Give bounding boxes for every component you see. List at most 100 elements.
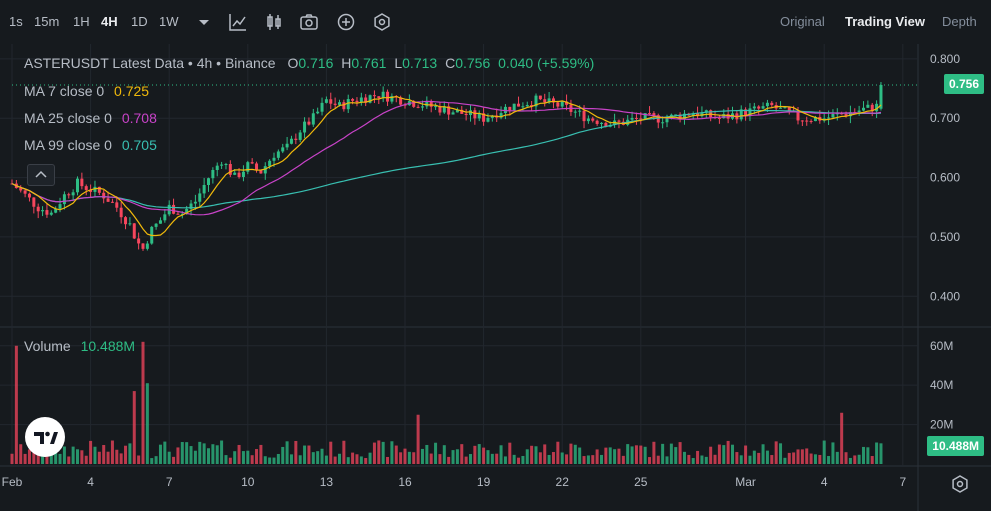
timeframe-1s[interactable]: 1s [9,14,23,29]
candle-body [521,106,525,108]
timeframe-4h[interactable]: 4H [101,14,118,29]
legend-title: ASTERUSDT Latest Data • 4h • Binance [24,55,276,71]
candle-body [233,172,237,175]
volume-bar [525,449,529,464]
timeframe-15m[interactable]: 15m [34,14,59,29]
candle-body [198,193,202,202]
ma99-value: 0.705 [121,137,157,153]
candle-body [27,193,31,198]
candle-type-icon[interactable] [264,12,284,32]
x-tick-label: Mar [735,475,756,489]
volume-bar [840,412,844,464]
volume-bar [386,456,390,464]
candle-body [866,104,870,108]
volume-bar [342,440,346,464]
ma7-label: MA 7 close 0 [24,83,105,99]
volume-bar [67,456,71,464]
candle-body [303,121,307,133]
price-tick-label: 0.800 [930,52,960,66]
candle-body [119,207,123,218]
candle-body [329,99,333,104]
volume-bar [669,443,673,464]
candle-body [857,110,861,113]
candle-body [80,178,84,187]
view-tab-depth[interactable]: Depth [942,14,977,29]
volume-bar [831,442,835,464]
volume-bar [879,443,883,464]
volume-bar [259,444,263,464]
volume-bar [84,455,88,464]
volume-bar [316,451,320,464]
add-icon[interactable] [336,12,356,32]
volume-bar [648,457,652,464]
volume-legend: Volume 10.488M [24,338,135,354]
volume-bar [608,447,612,464]
volume-bar [774,441,778,464]
volume-bar [547,454,551,464]
timeframe-1w[interactable]: 1W [159,14,179,29]
candle-body [595,120,599,124]
volume-value: 10.488M [80,338,136,354]
volume-bar [189,446,193,464]
volume-bar [372,442,376,464]
view-tab-trading-view[interactable]: Trading View [845,14,925,29]
candle-body [320,102,324,112]
volume-bar [521,455,525,464]
candle-body [202,184,206,194]
candle-body [45,210,49,215]
candle-body [473,110,477,119]
chevron-down-icon[interactable] [194,12,214,32]
volume-bar [355,454,359,464]
volume-bar [338,453,341,464]
volume-bar [477,444,481,464]
candle-body [294,138,298,140]
candle-body [517,103,521,107]
volume-bar [543,444,547,464]
settings-icon[interactable] [372,12,392,32]
volume-bar [678,442,682,464]
gear-icon[interactable] [950,474,970,494]
camera-icon[interactable] [299,12,319,32]
volume-bar [770,455,774,464]
volume-bar [617,448,621,464]
volume-bar [586,455,590,464]
candle-body [525,105,529,107]
ma25-legend: MA 25 close 0 0.708 [24,110,157,126]
candle-body [102,192,106,199]
volume-bar [285,441,289,464]
candle-body [67,194,71,196]
volume-bar [665,456,669,464]
ma99-legend: MA 99 close 0 0.705 [24,137,157,153]
volume-bar [630,446,634,464]
candle-body [765,102,769,107]
x-tick-label: Feb [2,475,23,489]
volume-bar [739,455,743,464]
volume-bar [661,443,665,464]
volume-bar [822,440,826,464]
timeframe-1d[interactable]: 1D [131,14,148,29]
legend-collapse-button[interactable] [27,164,55,186]
candle-body [582,110,586,122]
volume-bar [634,445,638,464]
candle-body [62,194,66,205]
volume-bar [294,440,298,464]
candle-body [805,120,809,122]
candle-body [176,213,180,215]
candle-body [137,238,141,244]
volume-bar [792,452,796,464]
timeframe-1h[interactable]: 1H [73,14,90,29]
volume-bar [857,454,861,464]
volume-bar [508,442,512,464]
volume-bar [324,455,328,464]
volume-bar [761,444,765,464]
volume-bar [289,454,293,464]
candle-body [154,223,158,227]
volume-bar [263,456,267,464]
candle-body [255,163,259,170]
indicator-icon[interactable] [228,12,248,32]
candle-body [84,186,88,190]
candle-body [36,206,40,212]
view-tab-original[interactable]: Original [780,14,825,29]
candle-body [416,106,420,108]
candle-body [215,165,219,171]
